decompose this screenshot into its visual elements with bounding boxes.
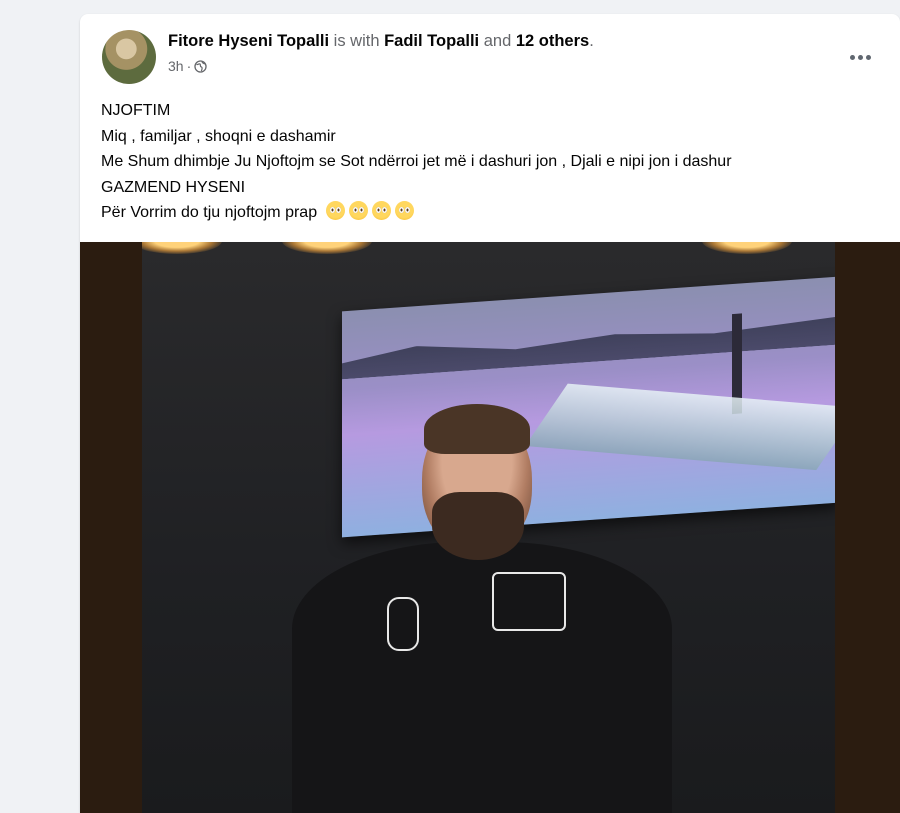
- hair: [424, 404, 530, 454]
- hoodie: [292, 542, 672, 813]
- post-text: NJOFTIM Miq , familjar , shoqni e dasham…: [101, 98, 888, 226]
- with-text: is with: [333, 32, 380, 50]
- globe-icon[interactable]: [194, 59, 207, 73]
- post-timestamp[interactable]: 3h: [168, 58, 184, 74]
- post-meta: 3h ·: [168, 58, 207, 74]
- pleading-face-emoji-icon: [371, 201, 391, 220]
- others-link[interactable]: 12 others: [516, 32, 589, 50]
- post-text-line: GAZMEND HYSENI: [101, 178, 246, 196]
- post-photo[interactable]: [142, 242, 835, 813]
- wall-lamp-glow: [702, 242, 792, 254]
- hoodie-graphic: [387, 597, 419, 651]
- post-text-line: Miq , familjar , shoqni e dashamir: [101, 127, 336, 145]
- beard: [432, 492, 524, 560]
- meta-separator: ·: [186, 58, 192, 74]
- wall-lamp-glow: [142, 242, 222, 254]
- author-name-link[interactable]: Fitore Hyseni Topalli: [168, 32, 329, 50]
- post-text-line-emoji: Për Vorrim do tju njoftojm prap: [101, 200, 888, 226]
- post-photo-frame[interactable]: [80, 242, 900, 813]
- more-dot: [857, 54, 863, 60]
- wall-lamp-glow: [282, 242, 372, 254]
- header-period: .: [589, 32, 594, 50]
- person-figure: [292, 392, 672, 813]
- pleading-face-emoji-icon: [325, 201, 345, 220]
- post-card: Fitore Hyseni Topalli is with Fadil Topa…: [80, 14, 900, 813]
- tagged-person-link[interactable]: Fadil Topalli: [384, 32, 479, 50]
- post-text-line: NJOFTIM: [101, 102, 171, 119]
- pleading-face-emoji-icon: [348, 201, 368, 220]
- more-options-button[interactable]: [840, 42, 880, 72]
- author-avatar[interactable]: [102, 30, 156, 84]
- pleading-face-emoji-icon: [394, 201, 414, 220]
- painting-hills: [342, 305, 835, 380]
- hoodie-graphic: [492, 572, 566, 631]
- more-dot: [849, 54, 855, 60]
- post-text-line: Për Vorrim do tju njoftojm prap: [101, 204, 318, 221]
- post-text-line: Me Shum dhimbje Ju Njoftojm se Sot ndërr…: [101, 153, 732, 170]
- more-dot: [865, 54, 871, 60]
- and-text: and: [483, 32, 512, 50]
- post-header: Fitore Hyseni Topalli is with Fadil Topa…: [168, 32, 594, 51]
